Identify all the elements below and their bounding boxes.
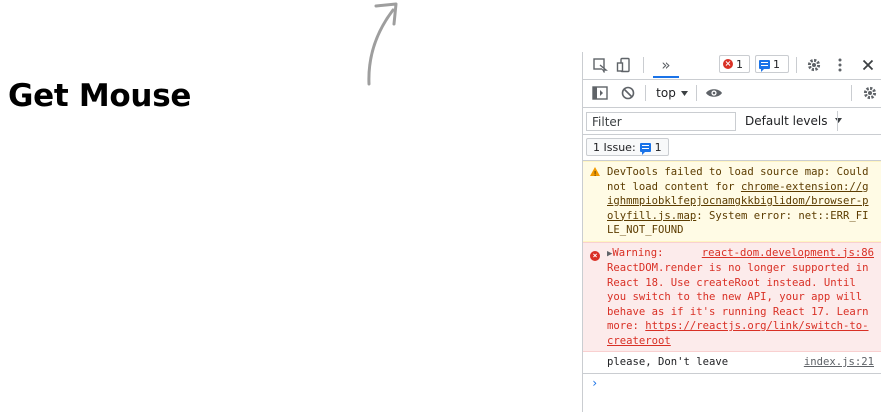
- console-warning-entry: DevTools failed to load source map: Coul…: [583, 161, 881, 242]
- devtools-main-toolbar: » × 1 1: [583, 52, 881, 80]
- clear-console-icon[interactable]: [619, 84, 637, 102]
- console-log-entry: index.js:21 please, Don't leave: [583, 352, 881, 374]
- console-settings-gear-icon[interactable]: [862, 84, 878, 102]
- toolbar-divider: [837, 111, 838, 131]
- toolbar-divider: [796, 57, 797, 73]
- log-levels-dropdown[interactable]: Default levels: [745, 114, 843, 128]
- issues-button[interactable]: 1 Issue: 1: [586, 138, 669, 156]
- context-selector[interactable]: top: [653, 84, 691, 102]
- error-icon: ×: [590, 248, 600, 263]
- inspect-element-icon[interactable]: [591, 56, 609, 74]
- log-text: please, Don't leave: [607, 356, 729, 368]
- toolbar-divider: [851, 85, 852, 101]
- source-link[interactable]: index.js:21: [804, 355, 874, 370]
- source-link[interactable]: react-dom.development.js:86: [702, 246, 874, 261]
- filter-bar: Default levels: [583, 108, 881, 135]
- issues-label: 1 Issue:: [593, 140, 636, 154]
- message-count: 1: [773, 57, 780, 71]
- console-toolbar: top: [583, 80, 881, 108]
- dropdown-arrow-icon: [680, 90, 688, 96]
- live-expression-eye-icon[interactable]: [704, 84, 724, 102]
- error-counter[interactable]: × 1: [719, 55, 750, 73]
- context-label: top: [656, 86, 676, 100]
- console-prompt[interactable]: ›: [583, 374, 881, 393]
- message-icon: [759, 59, 770, 72]
- issues-bar: 1 Issue: 1: [583, 135, 881, 161]
- console-error-entry: × react-dom.development.js:86 ▶Warning: …: [583, 241, 881, 352]
- issues-count: 1: [654, 140, 662, 154]
- message-counter[interactable]: 1: [755, 55, 789, 73]
- warning-icon: [590, 167, 600, 182]
- close-icon[interactable]: [860, 56, 876, 74]
- more-options-icon[interactable]: [833, 56, 847, 74]
- device-toolbar-icon[interactable]: [615, 56, 633, 74]
- error-icon: ×: [723, 59, 733, 69]
- toolbar-divider: [645, 85, 646, 101]
- learn-more-link[interactable]: https://reactjs.org/link/switch-to-creat…: [607, 320, 869, 347]
- page-heading: Get Mouse: [8, 78, 192, 114]
- toolbar-divider: [643, 57, 644, 73]
- more-tabs-button[interactable]: »: [653, 54, 679, 78]
- issue-message-icon: [639, 142, 651, 155]
- sidebar-toggle-icon[interactable]: [591, 84, 609, 102]
- settings-gear-icon[interactable]: [805, 56, 823, 74]
- log-levels-label: Default levels: [745, 114, 828, 128]
- filter-input[interactable]: [586, 112, 736, 131]
- error-label: Warning:: [612, 246, 664, 259]
- pen-stroke-drawing: [367, 2, 398, 86]
- toolbar-divider: [696, 85, 697, 101]
- error-count: 1: [736, 57, 743, 71]
- console-log: DevTools failed to load source map: Coul…: [583, 161, 881, 392]
- devtools-panel: » × 1 1 top Filter Default levels 1 Issu…: [582, 52, 881, 412]
